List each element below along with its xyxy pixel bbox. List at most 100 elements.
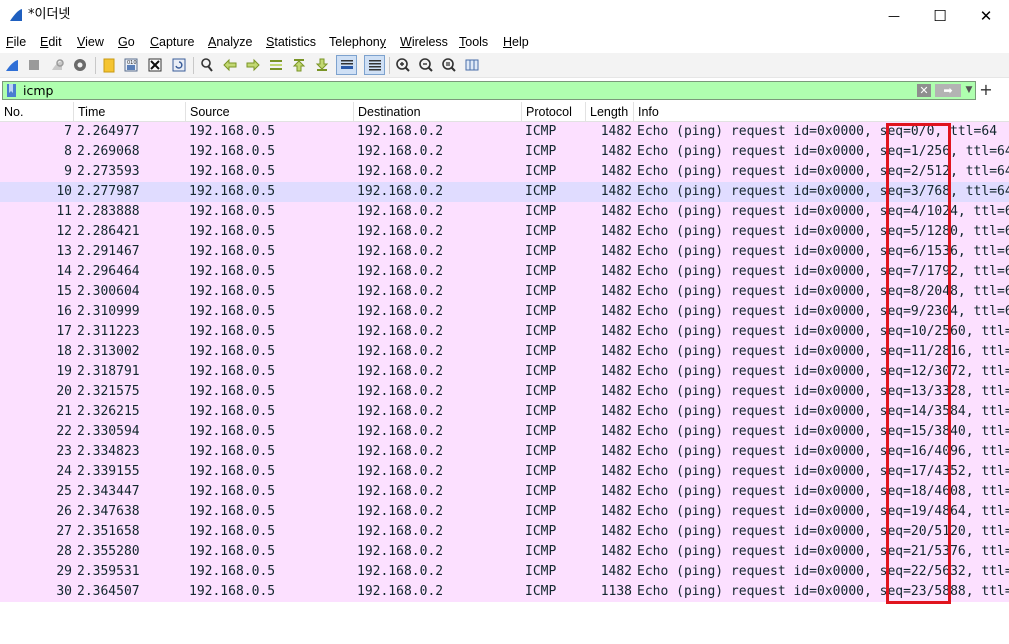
cell-source: 192.168.0.5 [189,284,276,299]
stop-icon[interactable] [25,56,43,74]
cell-info: Echo (ping) request id=0x0000, seq=12/30… [637,364,1009,379]
column-header-info[interactable]: Info [634,102,1009,122]
cell-source: 192.168.0.5 [189,404,276,419]
packet-row[interactable]: 18 2.313002 192.168.0.5 192.168.0.2 ICMP 1482… [0,342,1009,362]
cell-no: 26 [56,504,72,519]
column-header-length[interactable]: Length [586,102,634,122]
cell-no: 10 [56,184,72,199]
packet-row[interactable]: 14 2.296464 192.168.0.5 192.168.0.2 ICMP 1482… [0,262,1009,282]
menu-statistics[interactable]: Statistics [266,34,316,50]
packet-row[interactable]: 25 2.343447 192.168.0.5 192.168.0.2 ICMP 1482… [0,482,1009,502]
packet-row[interactable]: 11 2.283888 192.168.0.5 192.168.0.2 ICMP 1482… [0,202,1009,222]
packet-row[interactable]: 23 2.334823 192.168.0.5 192.168.0.2 ICMP 1482… [0,442,1009,462]
menu-telephony[interactable]: Telephony [329,34,386,50]
menu-file[interactable]: File [6,34,26,50]
filter-apply-icon[interactable]: ➡ [935,84,961,97]
packet-row[interactable]: 19 2.318791 192.168.0.5 192.168.0.2 ICMP 1482… [0,362,1009,382]
cell-no: 17 [56,324,72,339]
cell-length: 1482 [600,364,632,379]
cell-length: 1482 [600,264,632,279]
reload-icon[interactable] [170,56,188,74]
cell-info: Echo (ping) request id=0x0000, seq=17/43… [637,464,1009,479]
packet-row[interactable]: 24 2.339155 192.168.0.5 192.168.0.2 ICMP 1482… [0,462,1009,482]
menu-edit[interactable]: Edit [40,34,62,50]
zoom-normal-icon[interactable] [440,56,458,74]
close-file-icon[interactable] [146,56,164,74]
packet-row[interactable]: 10 2.277987 192.168.0.5 192.168.0.2 ICMP 1482… [0,182,1009,202]
add-filter-button[interactable]: + [978,80,994,99]
column-header-destination[interactable]: Destination [354,102,522,122]
cell-info: Echo (ping) request id=0x0000, seq=18/46… [637,484,1009,499]
display-filter-input[interactable]: icmp ✕ ➡ ▼ [2,81,976,100]
cell-destination: 192.168.0.2 [357,204,444,219]
zoom-in-icon[interactable] [394,56,412,74]
menu-wireless[interactable]: Wireless [400,34,448,50]
packet-row[interactable]: 28 2.355280 192.168.0.5 192.168.0.2 ICMP 1482… [0,542,1009,562]
save-file-icon[interactable]: 010 [122,56,140,74]
cell-no: 24 [56,464,72,479]
cell-info: Echo (ping) request id=0x0000, seq=2/512… [637,164,1009,179]
cell-no: 13 [56,244,72,259]
cell-time: 2.321575 [77,384,140,399]
find-icon[interactable] [198,56,216,74]
packet-row[interactable]: 16 2.310999 192.168.0.5 192.168.0.2 ICMP 1482… [0,302,1009,322]
column-header-protocol[interactable]: Protocol [522,102,586,122]
column-header-source[interactable]: Source [186,102,354,122]
cell-destination: 192.168.0.2 [357,444,444,459]
cell-time: 2.277987 [77,184,140,199]
zoom-out-icon[interactable] [417,56,435,74]
shark-fin-start-icon[interactable] [3,56,21,74]
go-back-icon[interactable] [221,56,239,74]
cell-length: 1482 [600,164,632,179]
cell-protocol: ICMP [525,384,557,399]
capture-options-icon[interactable] [71,56,89,74]
cell-info: Echo (ping) request id=0x0000, seq=13/33… [637,384,1009,399]
cell-time: 2.347638 [77,504,140,519]
menu-capture[interactable]: Capture [150,34,194,50]
packet-row[interactable]: 15 2.300604 192.168.0.5 192.168.0.2 ICMP 1482… [0,282,1009,302]
autoscroll-icon[interactable] [336,55,357,75]
cell-source: 192.168.0.5 [189,184,276,199]
packet-row[interactable]: 13 2.291467 192.168.0.5 192.168.0.2 ICMP 1482… [0,242,1009,262]
go-to-packet-icon[interactable] [267,56,285,74]
go-first-icon[interactable] [290,56,308,74]
cell-protocol: ICMP [525,424,557,439]
packet-row[interactable]: 9 2.273593 192.168.0.5 192.168.0.2 ICMP 1482 E… [0,162,1009,182]
cell-time: 2.296464 [77,264,140,279]
cell-protocol: ICMP [525,524,557,539]
cell-destination: 192.168.0.2 [357,124,444,139]
packet-row[interactable]: 17 2.311223 192.168.0.5 192.168.0.2 ICMP 1482… [0,322,1009,342]
minimize-button[interactable]: — [871,0,917,32]
filter-bookmark-icon[interactable] [6,84,18,97]
packet-row[interactable]: 8 2.269068 192.168.0.5 192.168.0.2 ICMP 1482 E… [0,142,1009,162]
menu-tools[interactable]: Tools [459,34,488,50]
menu-help[interactable]: Help [503,34,529,50]
packet-row[interactable]: 29 2.359531 192.168.0.5 192.168.0.2 ICMP 1482… [0,562,1009,582]
cell-source: 192.168.0.5 [189,264,276,279]
menu-go[interactable]: Go [118,34,135,50]
cell-protocol: ICMP [525,564,557,579]
packet-row[interactable]: 20 2.321575 192.168.0.5 192.168.0.2 ICMP 1482… [0,382,1009,402]
colorize-icon[interactable] [364,55,385,75]
packet-row[interactable]: 12 2.286421 192.168.0.5 192.168.0.2 ICMP 1482… [0,222,1009,242]
resize-columns-icon[interactable] [463,56,481,74]
packet-row[interactable]: 21 2.326215 192.168.0.5 192.168.0.2 ICMP 1482… [0,402,1009,422]
packet-row[interactable]: 7 2.264977 192.168.0.5 192.168.0.2 ICMP 1482 E… [0,122,1009,142]
menu-view[interactable]: View [77,34,104,50]
packet-row[interactable]: 26 2.347638 192.168.0.5 192.168.0.2 ICMP 1482… [0,502,1009,522]
menu-analyze[interactable]: Analyze [208,34,252,50]
filter-clear-icon[interactable]: ✕ [917,84,931,97]
restart-icon[interactable] [48,56,66,74]
filter-dropdown-icon[interactable]: ▼ [963,84,975,97]
packet-row[interactable]: 22 2.330594 192.168.0.5 192.168.0.2 ICMP 1482… [0,422,1009,442]
go-last-icon[interactable] [313,56,331,74]
cell-destination: 192.168.0.2 [357,344,444,359]
packet-row[interactable]: 27 2.351658 192.168.0.5 192.168.0.2 ICMP 1482… [0,522,1009,542]
open-file-icon[interactable] [100,56,118,74]
packet-row[interactable]: 30 2.364507 192.168.0.5 192.168.0.2 ICMP 1138… [0,582,1009,602]
maximize-button[interactable]: ☐ [917,0,963,32]
column-header-time[interactable]: Time [74,102,186,122]
close-button[interactable]: ✕ [963,0,1009,32]
go-forward-icon[interactable] [244,56,262,74]
column-header-no[interactable]: No. [0,102,74,122]
